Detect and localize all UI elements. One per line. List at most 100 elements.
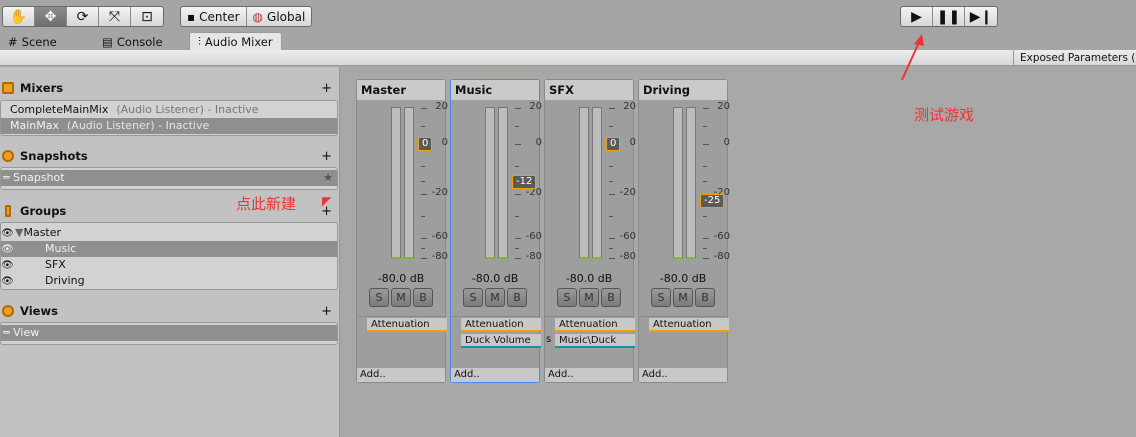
effect-slot[interactable]: Duck Volume	[461, 334, 541, 348]
mixer-strip-master[interactable]: Master 20 0 -20 -60 -80 0 -80.0 dB S M B Attenuatio…	[356, 79, 448, 383]
pivot-center-button[interactable]: ▪ Center	[181, 7, 247, 26]
section-title: Mixers	[20, 81, 64, 95]
pivot-global-button[interactable]: ◍ Global	[247, 7, 312, 26]
scale-minor-tick	[703, 181, 707, 182]
mixer-info: (Audio Listener) - Inactive	[67, 119, 210, 132]
rect-icon[interactable]: ⊡	[131, 7, 163, 26]
volume-fader-handle[interactable]: -25	[700, 194, 725, 208]
eye-icon[interactable]: 👁	[1, 258, 14, 274]
solo-button[interactable]: S	[463, 288, 483, 307]
exposed-parameters-button[interactable]: Exposed Parameters (0)	[1013, 50, 1136, 66]
bypass-button[interactable]: B	[413, 288, 433, 307]
mixer-icon	[2, 82, 14, 94]
eye-icon[interactable]: 👁	[1, 226, 14, 242]
star-icon[interactable]: ★	[323, 170, 333, 186]
pivot-toggles: ▪ Center ◍ Global	[180, 6, 313, 27]
list-item[interactable]: ═ Snapshot ★	[1, 170, 337, 186]
mute-button[interactable]: M	[673, 288, 693, 307]
console-icon: ▤	[102, 34, 113, 49]
mixer-name: CompleteMainMix	[10, 103, 109, 116]
bypass-button[interactable]: B	[507, 288, 527, 307]
effect-slot[interactable]: Attenuation	[367, 318, 447, 332]
add-snapshot-button[interactable]: +	[321, 149, 332, 164]
annotation-arrow-icon: ◤	[322, 194, 332, 208]
group-item-music[interactable]: 👁 Music	[1, 241, 337, 257]
effect-slot[interactable]: Music\Duck	[555, 334, 635, 348]
mixer-toolbar	[0, 50, 1136, 66]
add-effect-button[interactable]: Add..	[357, 368, 445, 382]
view-icon	[2, 305, 14, 317]
group-item-master[interactable]: 👁▼Master	[1, 225, 337, 241]
effect-slot[interactable]: Attenuation	[649, 318, 729, 332]
mixers-list: CompleteMainMix (Audio Listener) - Inacti…	[0, 100, 338, 136]
scale-label: 0	[723, 137, 730, 148]
volume-fader-handle[interactable]: -12	[512, 175, 537, 189]
section-title: Views	[20, 304, 58, 318]
pause-icon[interactable]: ❚❚	[933, 7, 965, 26]
scale-tick	[515, 108, 521, 109]
level-meter-right	[592, 107, 602, 259]
scale-minor-tick	[609, 166, 613, 167]
group-item-driving[interactable]: 👁 Driving	[1, 273, 337, 289]
drag-handle-icon[interactable]: ═	[3, 171, 13, 184]
rotate-icon[interactable]: ⟳	[67, 7, 99, 26]
mixer-strip-music[interactable]: Music 20 0 -20 -60 -80 -12 -80.0 dB S M B Attenuati…	[450, 79, 542, 383]
mute-button[interactable]: M	[391, 288, 411, 307]
solo-button[interactable]: S	[369, 288, 389, 307]
solo-button[interactable]: S	[651, 288, 671, 307]
effect-slot[interactable]: Attenuation	[461, 318, 541, 332]
bypass-button[interactable]: B	[695, 288, 715, 307]
drag-handle-icon[interactable]: ═	[3, 326, 13, 339]
volume-fader-handle[interactable]: 0	[606, 137, 621, 151]
add-view-button[interactable]: +	[321, 304, 332, 319]
add-mixer-button[interactable]: +	[321, 81, 332, 96]
effects-list: Attenuation Music\Duck	[545, 316, 635, 369]
pivot-label: Center	[199, 9, 240, 24]
scale-tick	[515, 194, 521, 195]
eye-icon[interactable]: 👁	[1, 242, 14, 258]
effects-list: Attenuation	[639, 316, 729, 369]
scale-tick	[703, 144, 709, 145]
tab-audio-mixer[interactable]: ⫶ Audio Mixer	[189, 32, 282, 50]
scale-icon[interactable]: ⤧	[99, 7, 131, 26]
scale-minor-tick	[515, 248, 519, 249]
mute-button[interactable]: M	[485, 288, 505, 307]
add-effect-button[interactable]: Add..	[451, 368, 539, 382]
list-item[interactable]: ═ View	[1, 325, 337, 341]
eye-icon[interactable]: 👁	[1, 274, 14, 290]
mute-button[interactable]: M	[579, 288, 599, 307]
mixer-strip-sfx[interactable]: SFX 20 0 -20 -60 -80 0 -80.0 dB S M B Attenuation Mu…	[544, 79, 636, 383]
play-icon[interactable]: ▶	[901, 7, 933, 26]
tab-label: Console	[116, 34, 163, 49]
scale-tick	[703, 108, 709, 109]
scale-tick	[421, 258, 427, 259]
scale-minor-tick	[421, 216, 425, 217]
mixer-strip-driving[interactable]: Driving 20 0 -20 -60 -80 -25 -80.0 dB S M B Attenua…	[638, 79, 730, 383]
effect-slot[interactable]: Attenuation	[555, 318, 635, 332]
hand-icon[interactable]: ✋	[3, 7, 35, 26]
move-icon[interactable]: ✥	[35, 7, 67, 26]
view-name: View	[13, 326, 40, 339]
scale-label: -60	[619, 231, 636, 242]
mixers-header: Mixers +	[0, 78, 340, 98]
tab-scene[interactable]: # Scene	[0, 33, 65, 50]
list-item[interactable]: MainMax (Audio Listener) - Inactive	[1, 118, 337, 134]
group-item-sfx[interactable]: 👁 SFX	[1, 257, 337, 273]
tab-console[interactable]: ▤ Console	[94, 33, 171, 50]
scale-tick	[609, 108, 615, 109]
add-effect-button[interactable]: Add..	[639, 368, 727, 382]
add-effect-button[interactable]: Add..	[545, 368, 633, 382]
step-icon[interactable]: ▶❙	[965, 7, 997, 26]
mixer-icon: ⫶	[198, 34, 201, 48]
level-meter-left	[391, 107, 401, 259]
scale-minor-tick	[421, 126, 425, 127]
scale-label: -20	[619, 187, 636, 198]
bypass-button[interactable]: B	[601, 288, 621, 307]
solo-button[interactable]: S	[557, 288, 577, 307]
grid-icon: #	[8, 34, 18, 49]
transform-tools: ✋ ✥ ⟳ ⤧ ⊡	[2, 6, 164, 27]
scale-label: -60	[713, 231, 730, 242]
list-item[interactable]: CompleteMainMix (Audio Listener) - Inacti…	[1, 102, 337, 118]
effects-list: Attenuation Duck Volume	[451, 316, 541, 369]
volume-fader-handle[interactable]: 0	[418, 137, 433, 151]
